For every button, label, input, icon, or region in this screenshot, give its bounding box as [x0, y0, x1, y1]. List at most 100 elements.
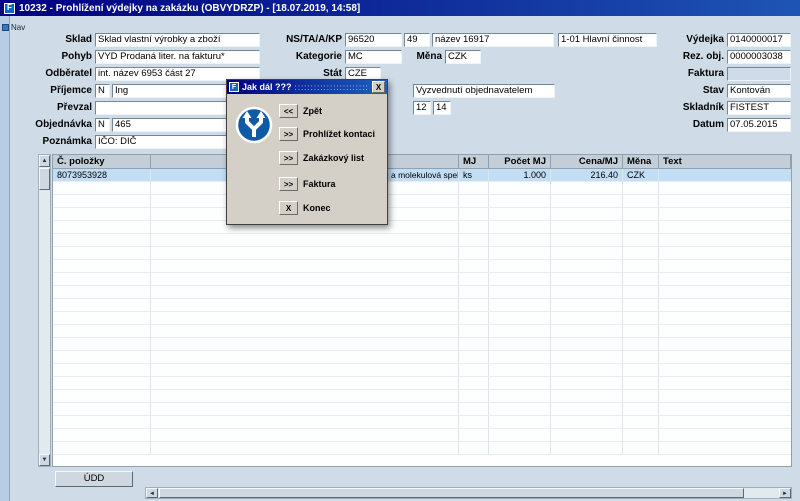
table-vertical-scrollbar[interactable]: ▲ ▼ — [38, 154, 51, 467]
ta-field[interactable]: 49 — [404, 33, 430, 47]
faktura-field[interactable] — [727, 67, 791, 81]
kategorie-field[interactable]: MC — [345, 50, 402, 64]
table-row[interactable] — [53, 338, 791, 351]
col-header-mj[interactable]: MJ — [459, 155, 489, 169]
order-sheet-label: Zakázkový list — [303, 153, 364, 163]
table-row[interactable] — [53, 195, 791, 208]
table-cell — [551, 364, 623, 377]
table-row[interactable] — [53, 273, 791, 286]
table-row[interactable] — [53, 390, 791, 403]
table-cell — [623, 247, 659, 260]
objednavka-flag-field[interactable]: N — [95, 118, 110, 132]
table-cell — [623, 286, 659, 299]
table-cell — [623, 351, 659, 364]
sklad-label: Sklad — [8, 33, 92, 47]
scroll-up-icon[interactable]: ▲ — [39, 155, 50, 167]
table-cell — [53, 338, 151, 351]
table-cell — [53, 182, 151, 195]
obdobi-field-2[interactable]: 14 — [433, 101, 451, 115]
sklad-field[interactable]: Sklad vlastní výrobky a zboží — [95, 33, 260, 47]
col-header-mena[interactable]: Měna — [623, 155, 659, 169]
table-cell — [489, 260, 551, 273]
pohyb-field[interactable]: VYD Prodaná liter. na fakturu* — [95, 50, 260, 64]
col-header-pocet-mj[interactable]: Počet MJ — [489, 155, 551, 169]
table-row[interactable] — [53, 182, 791, 195]
horizontal-scroll-thumb[interactable] — [159, 488, 744, 498]
doprava-field[interactable]: Vyzvednutí objednavatelem — [413, 84, 555, 98]
table-row[interactable] — [53, 429, 791, 442]
table-cell — [53, 390, 151, 403]
table-cell — [623, 182, 659, 195]
table-row[interactable] — [53, 247, 791, 260]
prijemce-flag-field[interactable]: N — [95, 84, 110, 98]
table-cell — [659, 429, 791, 442]
table-cell — [53, 351, 151, 364]
table-row[interactable] — [53, 351, 791, 364]
table-cell — [459, 429, 489, 442]
table-row[interactable] — [53, 286, 791, 299]
datum-field[interactable]: 07.05.2015 — [727, 118, 791, 132]
vydejka-label: Výdejka — [648, 33, 724, 47]
col-header-item-number[interactable]: Č. položky — [53, 155, 151, 169]
dialog-titlebar[interactable]: F Jak dál ??? :::::::::::::::::::::::: X — [227, 80, 387, 94]
table-row[interactable] — [53, 234, 791, 247]
table-row[interactable] — [53, 208, 791, 221]
obdobi-field-1[interactable]: 12 — [413, 101, 431, 115]
table-cell — [659, 390, 791, 403]
skladnik-field[interactable]: FISTEST — [727, 101, 791, 115]
table-cell — [489, 195, 551, 208]
view-posting-button[interactable]: >> — [279, 127, 298, 141]
mena-label: Měna — [405, 50, 442, 64]
table-cell — [623, 208, 659, 221]
dialog-close-button[interactable]: X — [372, 81, 385, 93]
table-cell — [489, 247, 551, 260]
dialog-row-back: << Zpět — [279, 104, 322, 118]
table-cell — [151, 338, 459, 351]
rez-obj-field[interactable]: 0000003038 — [727, 50, 791, 64]
table-row[interactable] — [53, 221, 791, 234]
vydejka-field[interactable]: 0140000017 — [727, 33, 791, 47]
table-row[interactable] — [53, 403, 791, 416]
table-row[interactable] — [53, 312, 791, 325]
end-label: Konec — [303, 203, 331, 213]
nav-toggle[interactable]: Nav — [2, 23, 25, 32]
table-cell — [623, 299, 659, 312]
table-row[interactable] — [53, 325, 791, 338]
cell-mj: ks — [459, 169, 489, 182]
scroll-right-icon[interactable]: ► — [779, 488, 791, 498]
col-header-text[interactable]: Text — [659, 155, 791, 169]
vertical-scroll-thumb[interactable] — [39, 168, 50, 190]
table-cell — [459, 364, 489, 377]
back-button[interactable]: << — [279, 104, 298, 118]
ns-nazev-field[interactable]: název 16917 — [432, 33, 554, 47]
table-row[interactable] — [53, 416, 791, 429]
table-cell — [659, 338, 791, 351]
table-row[interactable] — [53, 299, 791, 312]
scroll-left-icon[interactable]: ◄ — [146, 488, 158, 498]
cinnost-field[interactable]: 1-01 Hlavní činnost — [558, 33, 657, 47]
mena-field[interactable]: CZK — [445, 50, 481, 64]
cell-mena: CZK — [623, 169, 659, 182]
col-header-cena-mj[interactable]: Cena/MJ — [551, 155, 623, 169]
table-cell — [151, 364, 459, 377]
table-cell — [53, 403, 151, 416]
table-row[interactable] — [53, 377, 791, 390]
table-cell — [459, 325, 489, 338]
order-sheet-button[interactable]: >> — [279, 151, 298, 165]
table-cell — [53, 299, 151, 312]
udd-button[interactable]: ÚDD — [55, 471, 133, 487]
scroll-down-icon[interactable]: ▼ — [39, 454, 50, 466]
table-row[interactable] — [53, 442, 791, 455]
ns-field[interactable]: 96520 — [345, 33, 402, 47]
end-button[interactable]: X — [279, 201, 298, 215]
window-titlebar[interactable]: F 10232 - Prohlížení výdejky na zakázku … — [0, 0, 800, 16]
dialog-row-invoice: >> Faktura — [279, 177, 336, 191]
table-cell — [459, 377, 489, 390]
stav-field[interactable]: Kontován — [727, 84, 791, 98]
invoice-button[interactable]: >> — [279, 177, 298, 191]
horizontal-scrollbar[interactable]: ◄ ► — [145, 487, 792, 499]
table-row-selected[interactable]: 8073953928 a molekulová spektroskopie se… — [53, 169, 791, 182]
table-row[interactable] — [53, 260, 791, 273]
stav-label: Stav — [648, 84, 724, 98]
table-row[interactable] — [53, 364, 791, 377]
